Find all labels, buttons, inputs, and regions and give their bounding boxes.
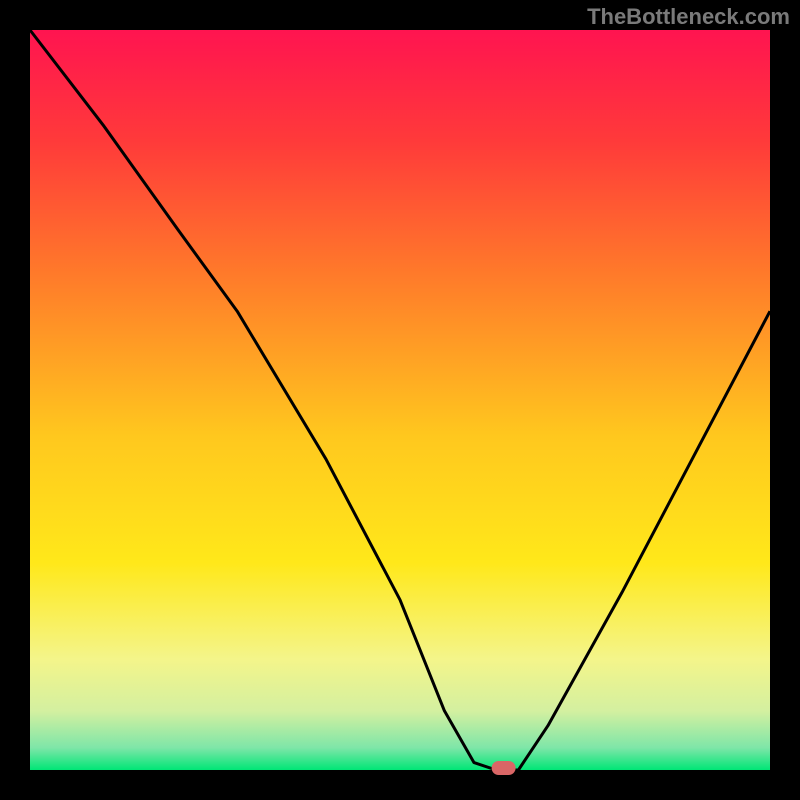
- chart-container: TheBottleneck.com: [0, 0, 800, 800]
- optimal-marker: [492, 761, 516, 775]
- plot-background: [30, 30, 770, 770]
- source-watermark: TheBottleneck.com: [587, 4, 790, 30]
- bottleneck-chart: [0, 0, 800, 800]
